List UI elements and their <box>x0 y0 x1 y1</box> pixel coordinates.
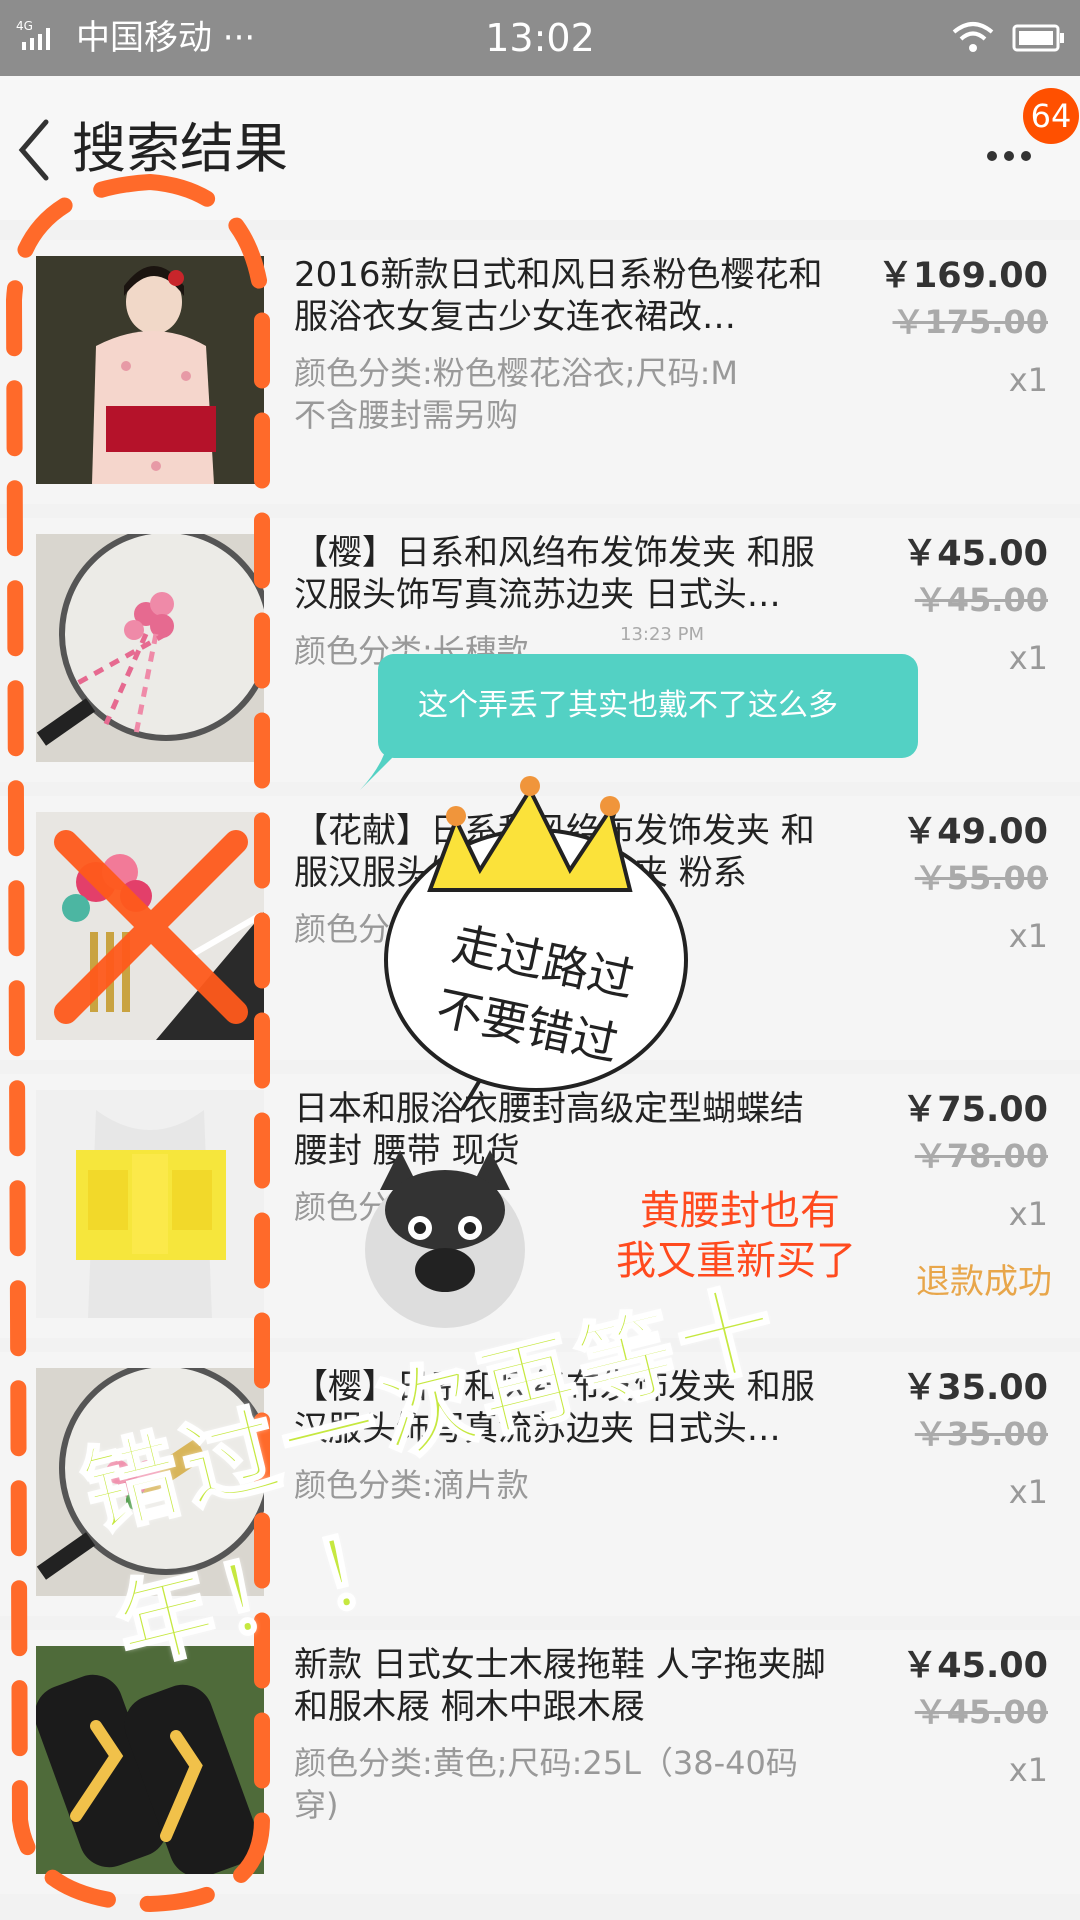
back-chevron-icon[interactable] <box>6 114 62 186</box>
product-thumbnail[interactable] <box>36 256 264 484</box>
product-title[interactable]: 日本和服浴衣腰封高级定型蝴蝶结腰封 腰带 现货 <box>294 1088 834 1172</box>
price: ￥45.00 <box>902 534 1048 574</box>
product-title[interactable]: 【樱】日系和风绉布发饰发夹 和服汉服头饰写真流苏边夹 日式头… <box>294 532 834 616</box>
spec-line: 颜色分类:黄色;尺码:25L（38-40码 <box>294 1744 798 1782</box>
quantity: x1 <box>1008 361 1048 399</box>
quantity: x1 <box>1008 639 1048 677</box>
status-bar: 4G 中国移动 ··· 13:02 <box>0 0 1080 76</box>
product-thumbnail[interactable] <box>36 812 264 1040</box>
original-price: ￥175.00 <box>892 303 1049 341</box>
spec-line: 不含腰封需另购 <box>294 396 519 434</box>
page-title: 搜索结果 <box>72 117 288 180</box>
product-title[interactable]: 2016新款日式和风日系粉色樱花和服浴衣女复古少女连衣裙改… <box>294 254 834 338</box>
original-price: ￥55.00 <box>914 859 1048 897</box>
notification-badge: 64 <box>1023 88 1079 144</box>
clock: 13:02 <box>485 16 595 60</box>
quantity: x1 <box>1008 917 1048 955</box>
order-item[interactable]: 2016新款日式和风日系粉色樱花和服浴衣女复古少女连衣裙改… 颜色分类:粉色樱花… <box>0 240 1080 504</box>
price: ￥45.00 <box>902 1646 1048 1686</box>
price: ￥49.00 <box>902 812 1048 852</box>
spec-line: 颜色分类:粉色樱花浴衣;尺码:M <box>294 354 738 392</box>
chat-message-bubble: 这个弄丢了其实也戴不了这么多 <box>378 654 918 758</box>
battery-icon <box>1012 24 1064 52</box>
product-thumbnail[interactable] <box>36 534 264 762</box>
product-title[interactable]: 新款 日式女士木屐拖鞋 人字拖夹脚和服木屐 桐木中跟木屐 <box>294 1644 834 1728</box>
product-specs: 颜色分类:黄色;尺码:25L（38-40码 穿) <box>294 1742 854 1826</box>
wifi-icon <box>952 22 994 52</box>
price: ￥75.00 <box>902 1090 1048 1130</box>
quantity: x1 <box>1008 1751 1048 1789</box>
original-price: ￥45.00 <box>914 1693 1048 1731</box>
quantity: x1 <box>1008 1473 1048 1511</box>
original-price: ￥78.00 <box>914 1137 1048 1175</box>
price: ￥169.00 <box>877 256 1048 296</box>
header-bar: 搜索结果 64 <box>0 76 1080 220</box>
original-price: ￥45.00 <box>914 581 1048 619</box>
chat-timestamp: 13:23 PM <box>620 624 704 645</box>
product-thumbnail[interactable] <box>36 1090 264 1318</box>
product-title[interactable]: 【花献】日系和风绉布发饰发夹 和服汉服头饰写真流苏边夹 粉系 <box>294 810 834 894</box>
product-specs: 颜色分类:粉色樱花浴衣;尺码:M 不含腰封需另购 <box>294 352 854 436</box>
spec-line: 穿) <box>294 1786 339 1824</box>
